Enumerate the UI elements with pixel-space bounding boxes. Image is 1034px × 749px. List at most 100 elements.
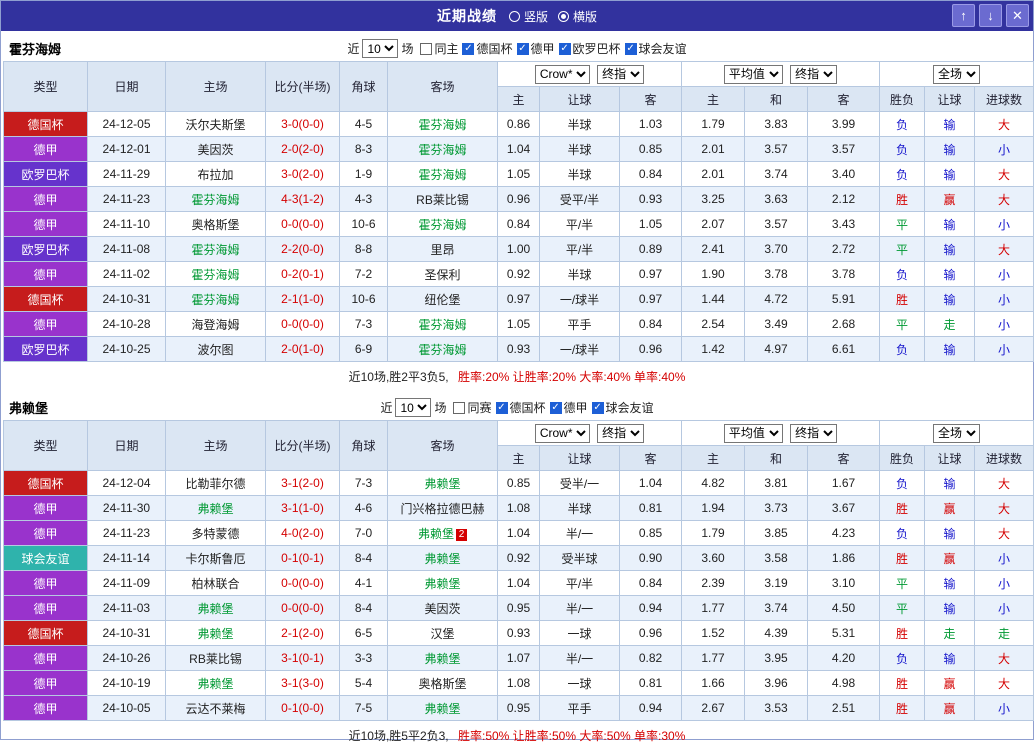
avg-away-odds-cell: 1.67 bbox=[806, 470, 881, 496]
home-team-cell: 布拉加 bbox=[165, 161, 266, 187]
unchecked-checkbox-icon[interactable] bbox=[420, 42, 433, 55]
checked-checkbox-icon[interactable]: ✓ bbox=[624, 42, 637, 55]
avg-draw-odds-cell: 3.63 bbox=[744, 186, 808, 212]
match-date-cell: 24-12-04 bbox=[87, 470, 166, 496]
handicap-cell: 平/半 bbox=[539, 570, 620, 596]
avg-home-odds-cell: 1.52 bbox=[681, 620, 745, 646]
filter-near-label: 近 bbox=[347, 42, 360, 56]
checkbox-label: 球会友谊 bbox=[638, 42, 687, 56]
col-avg-away: 客 bbox=[806, 445, 881, 471]
result-cell: 负 bbox=[879, 520, 926, 546]
layout-radio[interactable]: 横版 bbox=[558, 8, 597, 25]
avg-away-odds-cell: 2.12 bbox=[806, 186, 881, 212]
competition-checkbox[interactable]: ✓ 球会友谊 bbox=[624, 40, 687, 57]
score-cell: 4-3(1-2) bbox=[265, 186, 340, 212]
match-count-select[interactable]: 10 bbox=[395, 398, 432, 417]
competition-checkbox[interactable]: ✓ 欧罗巴杯 bbox=[558, 40, 621, 57]
score-cell: 0-1(0-0) bbox=[265, 695, 340, 721]
checked-checkbox-icon[interactable]: ✓ bbox=[558, 42, 571, 55]
col-avg-draw: 和 bbox=[744, 445, 808, 471]
checked-checkbox-icon[interactable]: ✓ bbox=[516, 42, 529, 55]
competition-type-cell: 德国杯 bbox=[3, 286, 88, 312]
bookmaker-select[interactable]: Crow* bbox=[534, 423, 590, 443]
away-team-cell: 圣保利 bbox=[387, 261, 498, 287]
goals-result-cell: 小 bbox=[974, 286, 1034, 312]
avg-home-odds-cell: 4.82 bbox=[681, 470, 745, 496]
close-button[interactable]: ✕ bbox=[1006, 4, 1029, 27]
avg-away-odds-cell: 5.91 bbox=[806, 286, 881, 312]
score-cell: 3-1(2-0) bbox=[265, 470, 340, 496]
away-odds-cell: 0.93 bbox=[619, 186, 682, 212]
avg-home-odds-cell: 1.79 bbox=[681, 520, 745, 546]
match-row: 德甲 24-11-09 柏林联合 0-0(0-0) 4-1 弗赖堡 1.04 平/半 0.84 2… bbox=[3, 570, 1034, 596]
avg-final-select[interactable]: 终指 bbox=[790, 64, 838, 84]
col-date: 日期 bbox=[87, 420, 166, 471]
match-date-cell: 24-11-30 bbox=[87, 495, 166, 521]
checked-checkbox-icon[interactable]: ✓ bbox=[462, 42, 475, 55]
avg-away-odds-cell: 2.72 bbox=[806, 236, 881, 262]
competition-checkbox[interactable]: ✓ 德甲 bbox=[516, 40, 555, 57]
scope-select-cell: 全场 bbox=[879, 420, 1034, 446]
radio-selected-icon[interactable] bbox=[558, 10, 569, 22]
competition-type-cell: 德甲 bbox=[3, 570, 88, 596]
result-cell: 平 bbox=[879, 311, 926, 337]
handicap-cell: 半/一 bbox=[539, 645, 620, 671]
checked-checkbox-icon[interactable]: ✓ bbox=[495, 401, 508, 414]
match-count-select[interactable]: 10 bbox=[362, 39, 399, 58]
col-odds-home: 主 bbox=[497, 86, 540, 112]
result-cell: 负 bbox=[879, 470, 926, 496]
match-row: 德国杯 24-10-31 弗赖堡 2-1(2-0) 6-5 汉堡 0.93 一球 0.96 1.5… bbox=[3, 620, 1034, 646]
competition-checkbox[interactable]: ✓ 德甲 bbox=[549, 399, 588, 416]
checked-checkbox-icon[interactable]: ✓ bbox=[549, 401, 562, 414]
match-row: 德国杯 24-12-04 比勒菲尔德 3-1(2-0) 7-3 弗赖堡 0.85 受半/一 1.… bbox=[3, 470, 1034, 496]
score-cell: 2-1(2-0) bbox=[265, 620, 340, 646]
corners-cell: 7-0 bbox=[339, 520, 388, 546]
competition-checkbox[interactable]: ✓ 德国杯 bbox=[495, 399, 546, 416]
avg-home-odds-cell: 1.90 bbox=[681, 261, 745, 287]
layout-radio[interactable]: 竖版 bbox=[508, 8, 548, 25]
average-select[interactable]: 平均值 bbox=[723, 64, 783, 84]
scope-select[interactable]: 全场 bbox=[933, 423, 981, 443]
average-select[interactable]: 平均值 bbox=[723, 423, 783, 443]
scope-select[interactable]: 全场 bbox=[933, 64, 981, 84]
home-odds-cell: 0.95 bbox=[497, 595, 540, 621]
radio-unselected-icon[interactable] bbox=[508, 10, 520, 22]
unchecked-checkbox-icon[interactable] bbox=[453, 401, 466, 414]
avg-final-select[interactable]: 终指 bbox=[790, 423, 838, 443]
score-cell: 0-0(0-0) bbox=[265, 570, 340, 596]
away-team-cell: RB莱比锡 bbox=[387, 186, 498, 212]
handicap-cell: 半球 bbox=[539, 261, 620, 287]
same-filter-checkbox[interactable]: 同赛 bbox=[453, 399, 492, 416]
goals-result-cell: 大 bbox=[974, 111, 1034, 137]
competition-checkbox[interactable]: ✓ 球会友谊 bbox=[591, 399, 654, 416]
goals-result-cell: 小 bbox=[974, 261, 1034, 287]
avg-home-odds-cell: 2.01 bbox=[681, 136, 745, 162]
handicap-result-cell: 输 bbox=[924, 595, 976, 621]
move-down-button[interactable]: ↓ bbox=[979, 4, 1002, 27]
same-filter-checkbox[interactable]: 同主 bbox=[420, 40, 458, 57]
checked-checkbox-icon[interactable]: ✓ bbox=[591, 401, 604, 414]
bookmaker-select[interactable]: Crow* bbox=[534, 64, 590, 84]
col-goals-result: 进球数 bbox=[974, 445, 1034, 471]
final-odds-select[interactable]: 终指 bbox=[597, 423, 645, 443]
score-cell: 3-1(3-0) bbox=[265, 670, 340, 696]
competition-checkbox[interactable]: ✓ 德国杯 bbox=[462, 40, 513, 57]
avg-away-odds-cell: 4.98 bbox=[806, 670, 881, 696]
match-row: 德甲 24-11-03 弗赖堡 0-0(0-0) 8-4 美因茨 0.95 半/一 0.94 1.… bbox=[3, 595, 1034, 621]
home-team-cell: 弗赖堡 bbox=[165, 595, 266, 621]
summary-row: 近10场,胜5平2负3, 胜率:50% 让胜率:50% 大率:50% 单率:30… bbox=[3, 721, 1031, 749]
corners-cell: 7-2 bbox=[339, 261, 388, 287]
handicap-result-cell: 输 bbox=[924, 570, 976, 596]
goals-result-cell: 大 bbox=[974, 670, 1034, 696]
goals-result-cell: 小 bbox=[974, 695, 1034, 721]
avg-away-odds-cell: 4.50 bbox=[806, 595, 881, 621]
goals-result-cell: 小 bbox=[974, 570, 1034, 596]
avg-draw-odds-cell: 4.97 bbox=[744, 336, 808, 362]
col-avg-away: 客 bbox=[806, 86, 881, 112]
final-odds-select[interactable]: 终指 bbox=[597, 64, 645, 84]
avg-home-odds-cell: 2.39 bbox=[681, 570, 745, 596]
move-up-button[interactable]: ↑ bbox=[952, 4, 975, 27]
goals-result-cell: 小 bbox=[974, 136, 1034, 162]
competition-type-cell: 德甲 bbox=[3, 136, 88, 162]
handicap-result-cell: 输 bbox=[924, 336, 976, 362]
